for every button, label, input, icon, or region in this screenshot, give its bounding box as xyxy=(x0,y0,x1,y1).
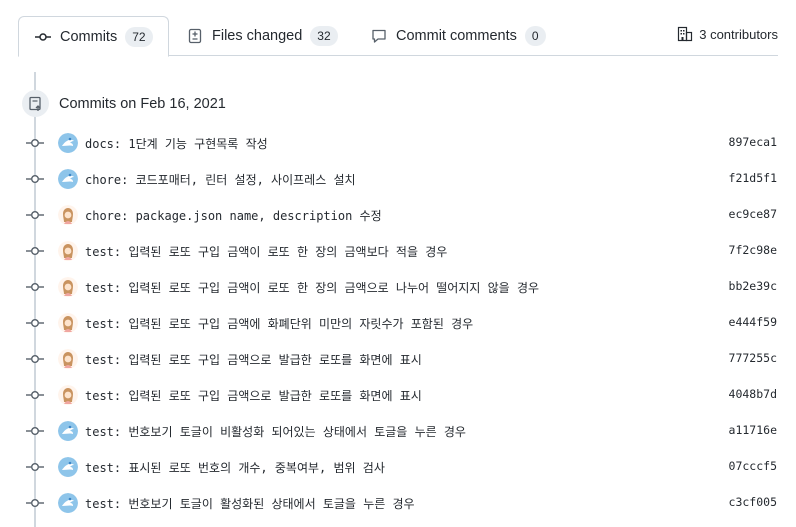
commit-sha-link[interactable]: c3cf005 xyxy=(729,495,777,509)
commit-row[interactable]: test: 입력된 로또 구입 금액으로 발급한 로또를 화면에 표시 4048b… xyxy=(0,377,796,413)
commit-sha-link[interactable]: bb2e39c xyxy=(729,279,777,293)
avatar[interactable] xyxy=(58,457,78,477)
commit-row[interactable]: docs: 1단계 기능 구현목록 작성 897eca1 xyxy=(0,125,796,161)
avatar[interactable] xyxy=(58,349,78,369)
commit-message-link[interactable]: test: 입력된 로또 구입 금액에 화폐단위 미만의 자릿수가 포함된 경우 xyxy=(85,315,473,332)
commit-group-header: Commits on Feb 16, 2021 xyxy=(22,90,226,117)
commit-sha-link[interactable]: f21d5f1 xyxy=(729,171,777,185)
commit-row[interactable]: chore: 코드포매터, 린터 설정, 사이프레스 설치 f21d5f1 xyxy=(0,161,796,197)
commit-message-link[interactable]: test: 입력된 로또 구입 금액이 로또 한 장의 금액으로 나누어 떨어지… xyxy=(85,279,539,296)
tab-counter: 72 xyxy=(125,26,153,47)
commit-row[interactable]: test: 입력된 로또 구입 금액이 로또 한 장의 금액보다 적을 경우 7f… xyxy=(0,233,796,269)
tab-commit-comments[interactable]: Commit comments 0 xyxy=(370,16,546,56)
commit-row[interactable]: chore: package.json name, description 수정… xyxy=(0,197,796,233)
tab-files-changed[interactable]: Files changed 32 xyxy=(186,16,338,56)
commit-message-link[interactable]: chore: 코드포매터, 린터 설정, 사이프레스 설치 xyxy=(85,171,356,188)
contributors-label: 3 contributors xyxy=(699,26,778,42)
commit-message-link[interactable]: chore: package.json name, description 수정 xyxy=(85,207,382,224)
commit-message-link[interactable]: test: 표시된 로또 번호의 개수, 중복여부, 범위 검사 xyxy=(85,459,385,476)
commit-node-icon xyxy=(26,208,44,222)
commit-message-link[interactable]: test: 번호보기 토글이 비활성화 되어있는 상태에서 토글을 누른 경우 xyxy=(85,423,466,440)
commit-node-icon xyxy=(26,424,44,438)
tab-counter: 32 xyxy=(310,26,338,46)
commit-sha-link[interactable]: 07cccf5 xyxy=(729,459,777,473)
commit-node-icon xyxy=(26,460,44,474)
commit-node-icon xyxy=(26,172,44,186)
tab-commits[interactable]: Commits 72 xyxy=(18,16,169,57)
tab-label: Commits xyxy=(60,28,118,45)
commit-node-icon xyxy=(26,280,44,294)
commit-message-link[interactable]: docs: 1단계 기능 구현목록 작성 xyxy=(85,135,268,152)
commit-node-icon xyxy=(26,316,44,330)
commit-message-link[interactable]: test: 입력된 로또 구입 금액으로 발급한 로또를 화면에 표시 xyxy=(85,351,422,368)
commit-sha-link[interactable]: 777255c xyxy=(729,351,777,365)
tab-label: Commit comments xyxy=(396,28,517,44)
commit-row[interactable]: test: 번호보기 토글이 활성화된 상태에서 토글을 누른 경우 c3cf00… xyxy=(0,485,796,521)
avatar[interactable] xyxy=(58,421,78,441)
commit-node-icon xyxy=(26,352,44,366)
commit-message-link[interactable]: test: 입력된 로또 구입 금액이 로또 한 장의 금액보다 적을 경우 xyxy=(85,243,447,260)
commit-sha-link[interactable]: a11716e xyxy=(729,423,777,437)
commit-row[interactable]: test: 번호보기 토글이 비활성화 되어있는 상태에서 토글을 누른 경우 a… xyxy=(0,413,796,449)
organization-icon xyxy=(677,26,693,42)
git-commit-group-icon xyxy=(22,90,49,117)
comment-icon xyxy=(370,28,388,44)
commit-group-title: Commits on Feb 16, 2021 xyxy=(59,95,226,112)
commit-node-icon xyxy=(26,136,44,150)
commit-node-icon xyxy=(26,244,44,258)
commit-icon xyxy=(34,29,52,45)
avatar[interactable] xyxy=(58,385,78,405)
commit-message-link[interactable]: test: 입력된 로또 구입 금액으로 발급한 로또를 화면에 표시 xyxy=(85,387,422,404)
avatar[interactable] xyxy=(58,313,78,333)
commit-sha-link[interactable]: ec9ce87 xyxy=(729,207,777,221)
commit-node-icon xyxy=(26,496,44,510)
commit-message-link[interactable]: test: 번호보기 토글이 활성화된 상태에서 토글을 누른 경우 xyxy=(85,495,415,512)
commit-row[interactable]: test: 입력된 로또 구입 금액으로 발급한 로또를 화면에 표시 77725… xyxy=(0,341,796,377)
commit-sha-link[interactable]: e444f59 xyxy=(729,315,777,329)
commit-sha-link[interactable]: 897eca1 xyxy=(729,135,777,149)
tab-label: Files changed xyxy=(212,28,303,44)
commit-sha-link[interactable]: 4048b7d xyxy=(729,387,777,401)
avatar[interactable] xyxy=(58,241,78,261)
tab-bar: Commits 72 Files changed 32 Commit comme… xyxy=(18,0,778,57)
tab-counter: 0 xyxy=(524,26,546,46)
commit-row[interactable]: test: 표시된 로또 번호의 개수, 중복여부, 범위 검사 07cccf5 xyxy=(0,449,796,485)
commit-row[interactable]: test: 입력된 로또 구입 금액에 화폐단위 미만의 자릿수가 포함된 경우… xyxy=(0,305,796,341)
avatar[interactable] xyxy=(58,277,78,297)
avatar[interactable] xyxy=(58,205,78,225)
avatar[interactable] xyxy=(58,493,78,513)
contributors-link[interactable]: 3 contributors xyxy=(677,26,778,42)
avatar[interactable] xyxy=(58,133,78,153)
commit-sha-link[interactable]: 7f2c98e xyxy=(729,243,777,257)
commit-node-icon xyxy=(26,388,44,402)
commit-row[interactable]: test: 입력된 로또 구입 금액이 로또 한 장의 금액으로 나누어 떨어지… xyxy=(0,269,796,305)
file-diff-icon xyxy=(186,28,204,44)
avatar[interactable] xyxy=(58,169,78,189)
